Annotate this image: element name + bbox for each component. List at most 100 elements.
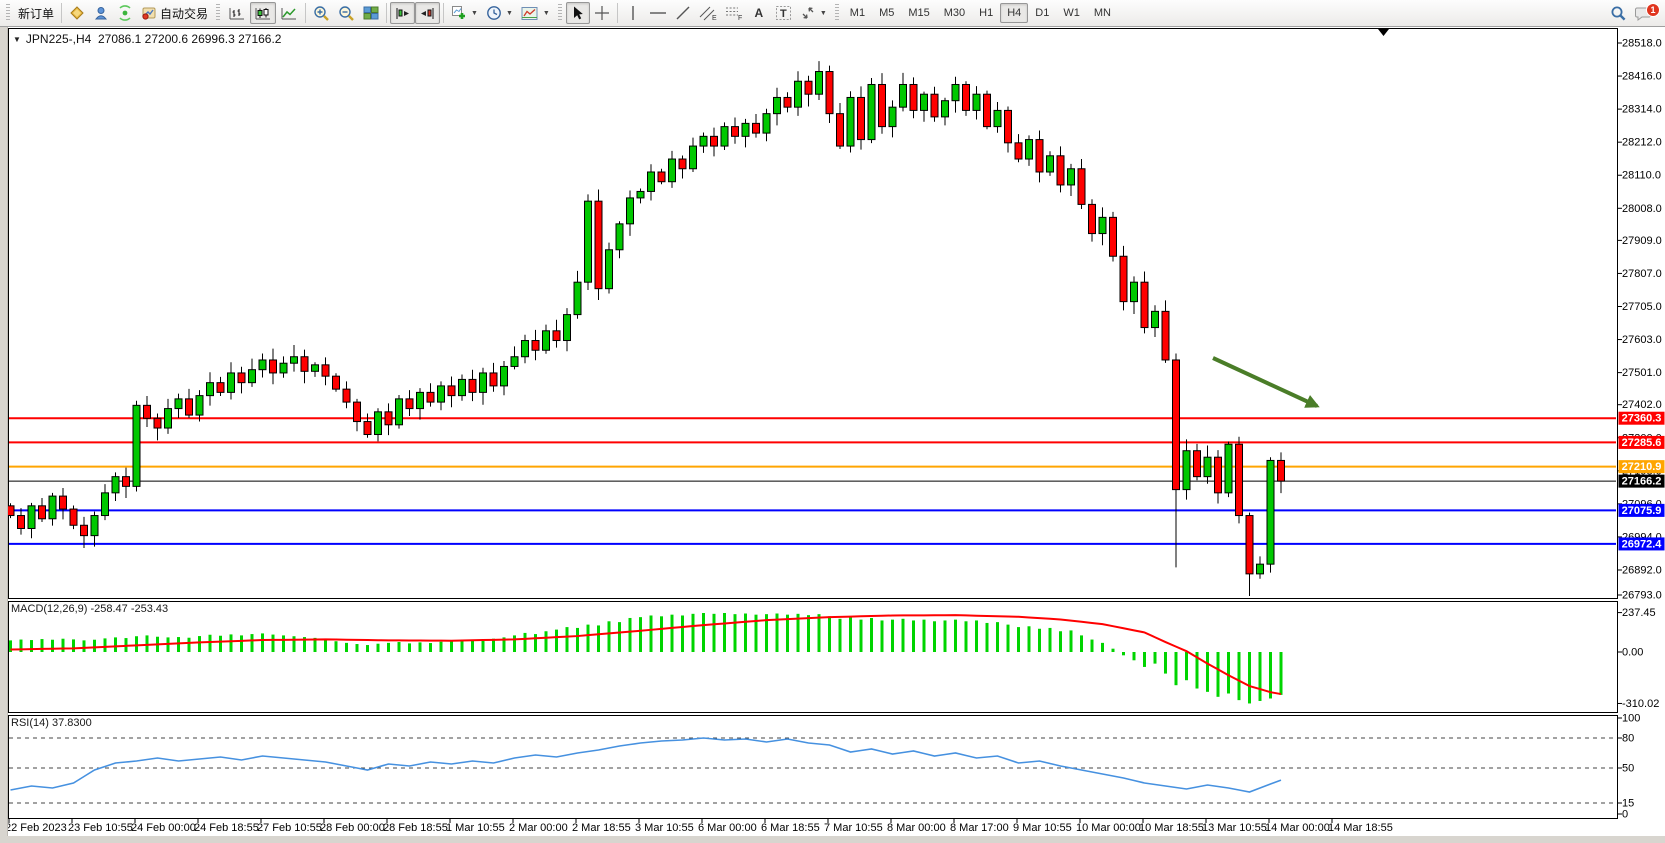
- fibonacci-icon: F: [725, 5, 743, 21]
- toolbar-drag-handle[interactable]: [558, 4, 562, 22]
- tab-timeframe-M15[interactable]: M15: [901, 3, 936, 23]
- rsi-grid: [9, 738, 1616, 803]
- svg-text:9 Mar 10:55: 9 Mar 10:55: [1013, 822, 1072, 834]
- text-label-tool[interactable]: T: [771, 2, 796, 24]
- market-button[interactable]: [65, 2, 89, 24]
- trendline-icon: [675, 5, 691, 21]
- svg-text:10 Mar 18:55: 10 Mar 18:55: [1139, 822, 1204, 834]
- arrows-tool[interactable]: ▼: [796, 2, 831, 24]
- svg-text:27807.0: 27807.0: [1622, 268, 1662, 280]
- toolbar-drag-handle[interactable]: [6, 4, 10, 22]
- svg-text:26892.0: 26892.0: [1622, 564, 1662, 576]
- metaeditor-button[interactable]: [89, 2, 113, 24]
- svg-text:2 Mar 18:55: 2 Mar 18:55: [572, 822, 631, 834]
- svg-text:28 Feb 18:55: 28 Feb 18:55: [383, 822, 448, 834]
- cursor-arrow-icon: [570, 5, 585, 21]
- svg-text:28110.0: 28110.0: [1622, 170, 1661, 182]
- svg-text:10 Mar 00:00: 10 Mar 00:00: [1076, 822, 1141, 834]
- cursor-button[interactable]: [566, 2, 590, 24]
- vertical-line-icon: [627, 5, 639, 21]
- gold-gem-icon: [69, 5, 85, 21]
- svg-text:3 Mar 10:55: 3 Mar 10:55: [635, 822, 694, 834]
- notifications-button[interactable]: 1: [1631, 2, 1657, 24]
- text-tool-label: A: [755, 6, 764, 20]
- zoom-in-icon: [313, 5, 330, 22]
- tab-timeframe-M1[interactable]: M1: [843, 3, 872, 23]
- svg-text:27285.6: 27285.6: [1622, 437, 1662, 449]
- auto-scroll-button[interactable]: [390, 2, 415, 24]
- svg-text:100: 100: [1622, 713, 1640, 725]
- tab-timeframe-D1[interactable]: D1: [1028, 3, 1056, 23]
- toolbar-drag-handle[interactable]: [216, 4, 220, 22]
- zoom-out-button[interactable]: [334, 2, 359, 24]
- chart-shift-button[interactable]: [415, 2, 440, 24]
- svg-text:14 Mar 18:55: 14 Mar 18:55: [1328, 822, 1393, 834]
- svg-text:237.45: 237.45: [1622, 607, 1656, 619]
- autotrading-button[interactable]: 自动交易: [137, 2, 212, 24]
- signals-icon: [117, 5, 133, 21]
- periods-button[interactable]: ▼: [482, 2, 517, 24]
- svg-text:T: T: [780, 8, 787, 20]
- chart-bars-button[interactable]: [224, 2, 250, 24]
- chart-candles-button[interactable]: [250, 2, 276, 24]
- svg-text:28314.0: 28314.0: [1622, 104, 1662, 116]
- macd-signal-line: [11, 615, 1282, 694]
- tile-windows-icon: [363, 5, 379, 21]
- svg-text:0.00: 0.00: [1622, 647, 1643, 659]
- template-chart-icon: [521, 6, 539, 21]
- svg-text:27075.9: 27075.9: [1622, 505, 1662, 517]
- toolbar: 新订单 自动交易: [0, 0, 1665, 27]
- tile-windows-button[interactable]: [359, 2, 383, 24]
- templates-button[interactable]: ▼: [517, 2, 554, 24]
- chart-ohlc-values: 27086.1 27200.6 26996.3 27166.2: [98, 32, 282, 46]
- toolbar-drag-handle[interactable]: [835, 4, 839, 22]
- rsi-axis: 1008050150: [1617, 713, 1640, 821]
- chevron-down-icon: ▼: [820, 10, 827, 17]
- chart-shift-icon: [419, 6, 436, 21]
- candlestick-chart-icon: [254, 6, 272, 21]
- tab-timeframe-H4[interactable]: H4: [1000, 3, 1028, 23]
- svg-text:1 Mar 10:55: 1 Mar 10:55: [446, 822, 505, 834]
- indicators-button[interactable]: ▼: [447, 2, 482, 24]
- new-order-label: 新订单: [18, 5, 54, 22]
- svg-text:6 Mar 18:55: 6 Mar 18:55: [761, 822, 820, 834]
- vertical-line-tool[interactable]: [621, 2, 645, 24]
- svg-text:6 Mar 00:00: 6 Mar 00:00: [698, 822, 757, 834]
- autotrading-icon: [141, 5, 157, 21]
- crosshair-button[interactable]: [590, 2, 614, 24]
- svg-text:27705.0: 27705.0: [1622, 301, 1662, 313]
- svg-text:26793.0: 26793.0: [1622, 590, 1662, 602]
- equidistant-channel-tool[interactable]: E: [695, 2, 721, 24]
- annotation-arrow[interactable]: [1213, 358, 1317, 406]
- arrow-objects-icon: [800, 5, 816, 21]
- tab-timeframe-M30[interactable]: M30: [937, 3, 972, 23]
- signals-button[interactable]: [113, 2, 137, 24]
- scroll-marker-icon: [1378, 29, 1389, 36]
- svg-text:-310.02: -310.02: [1622, 698, 1659, 710]
- tab-timeframe-MN[interactable]: MN: [1087, 3, 1118, 23]
- svg-text:F: F: [738, 15, 742, 21]
- svg-text:7 Mar 10:55: 7 Mar 10:55: [824, 822, 883, 834]
- new-order-button[interactable]: 新订单: [14, 2, 58, 24]
- horizontal-line-tool[interactable]: [645, 2, 671, 24]
- zoom-in-button[interactable]: [309, 2, 334, 24]
- tab-timeframe-W1[interactable]: W1: [1056, 3, 1087, 23]
- svg-text:24 Feb 00:00: 24 Feb 00:00: [131, 822, 196, 834]
- chart-area[interactable]: 28518.028416.028314.028212.028110.028008…: [0, 0, 1665, 843]
- search-button[interactable]: [1606, 2, 1631, 24]
- tab-timeframe-H1[interactable]: H1: [972, 3, 1000, 23]
- chart-title: ▼JPN225-,H4 27086.1 27200.6 26996.3 2716…: [13, 32, 281, 46]
- chart-title-dropdown-icon[interactable]: ▼: [13, 35, 21, 44]
- trendline-tool[interactable]: [671, 2, 695, 24]
- text-tool[interactable]: A: [747, 2, 771, 24]
- clock-icon: [486, 5, 502, 21]
- tab-timeframe-M5[interactable]: M5: [872, 3, 901, 23]
- time-axis: 22 Feb 202323 Feb 10:5524 Feb 00:0024 Fe…: [5, 819, 1393, 835]
- svg-text:23 Feb 10:55: 23 Feb 10:55: [68, 822, 133, 834]
- svg-text:0: 0: [1622, 809, 1628, 821]
- svg-text:26972.4: 26972.4: [1622, 538, 1663, 550]
- macd-axis: 237.45 0.00 -310.02: [1617, 607, 1659, 710]
- chart-line-button[interactable]: [276, 2, 302, 24]
- horizontal-line-icon: [649, 6, 667, 20]
- fibonacci-tool[interactable]: F: [721, 2, 747, 24]
